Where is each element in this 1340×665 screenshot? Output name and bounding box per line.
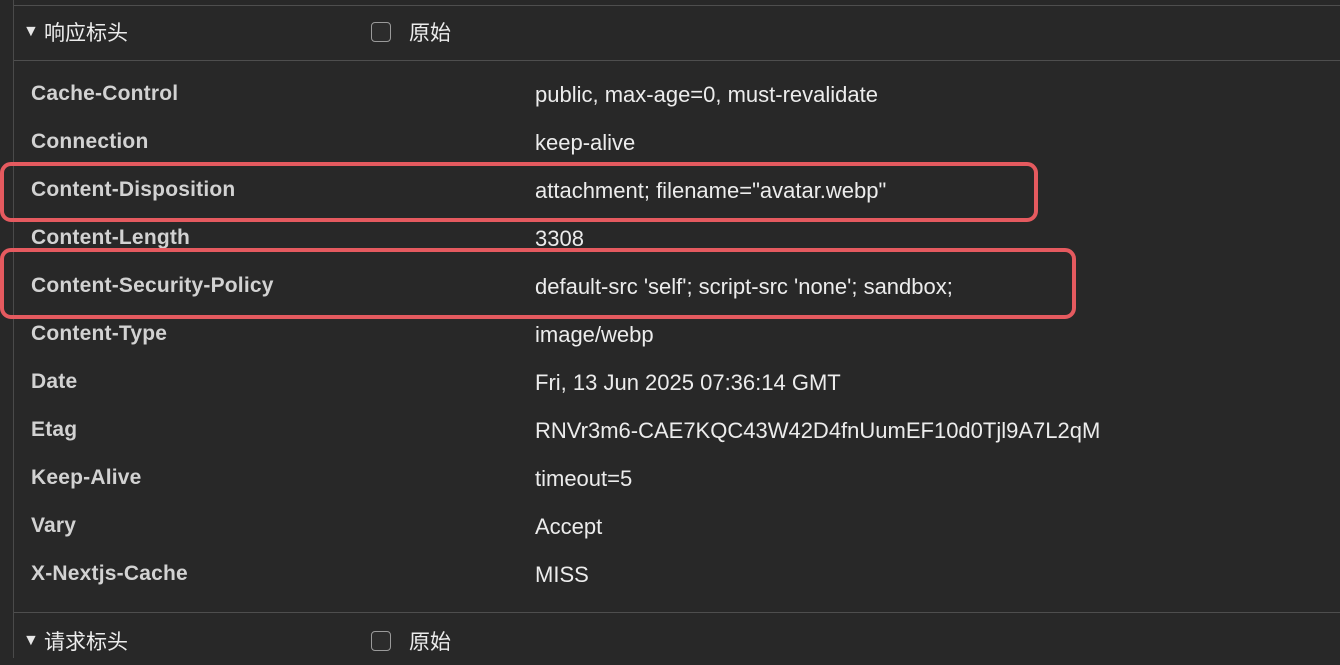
header-name: Content-Type	[31, 322, 168, 345]
header-row[interactable]: Date Fri, 13 Jun 2025 07:36:14 GMT	[14, 358, 1340, 406]
header-name: Connection	[31, 130, 149, 153]
header-row[interactable]: Etag RNVr3m6-CAE7KQC43W42D4fnUumEF10d0Tj…	[14, 406, 1340, 454]
disclosure-triangle-icon[interactable]: ▼	[23, 24, 39, 40]
header-row[interactable]: Vary Accept	[14, 502, 1340, 550]
header-name: Content-Length	[31, 226, 191, 249]
header-name: Keep-Alive	[31, 466, 142, 489]
divider	[14, 612, 1340, 613]
header-value: image/webp	[535, 322, 654, 347]
divider	[14, 60, 1340, 61]
header-row[interactable]: Keep-Alive timeout=5	[14, 454, 1340, 502]
header-value: keep-alive	[535, 130, 636, 155]
header-row[interactable]: Content-Type image/webp	[14, 310, 1340, 358]
header-row[interactable]: Cache-Control public, max-age=0, must-re…	[14, 70, 1340, 118]
header-value: Accept	[535, 514, 603, 539]
header-name: Date	[31, 370, 78, 393]
header-name: X-Nextjs-Cache	[31, 562, 188, 585]
header-value: public, max-age=0, must-revalidate	[535, 82, 878, 107]
header-row[interactable]: Connection keep-alive	[14, 118, 1340, 166]
header-value: default-src 'self'; script-src 'none'; s…	[535, 274, 953, 299]
header-name: Content-Disposition	[31, 178, 236, 201]
header-row[interactable]: X-Nextjs-Cache MISS	[14, 550, 1340, 598]
header-value: Fri, 13 Jun 2025 07:36:14 GMT	[535, 370, 841, 395]
divider	[14, 5, 1340, 6]
section-title: 响应标头	[44, 21, 128, 45]
header-name: Vary	[31, 514, 77, 537]
header-name: Content-Security-Policy	[31, 274, 274, 297]
section-title: 请求标头	[44, 630, 128, 654]
raw-label[interactable]: 原始	[409, 17, 451, 47]
header-value: attachment; filename="avatar.webp"	[535, 178, 887, 203]
header-name: Cache-Control	[31, 82, 179, 105]
response-headers-section-header[interactable]: ▼ 响应标头 原始	[14, 8, 1340, 56]
header-value: MISS	[535, 562, 589, 587]
header-row[interactable]: Content-Security-Policy default-src 'sel…	[14, 262, 1340, 310]
disclosure-triangle-icon[interactable]: ▼	[23, 633, 39, 649]
header-value: RNVr3m6-CAE7KQC43W42D4fnUumEF10d0Tjl9A7L…	[535, 418, 1101, 443]
header-name: Etag	[31, 418, 78, 441]
raw-checkbox[interactable]	[371, 631, 391, 651]
header-value: timeout=5	[535, 466, 633, 491]
raw-label[interactable]: 原始	[409, 626, 451, 656]
header-value: 3308	[535, 226, 584, 251]
header-row[interactable]: Content-Length 3308	[14, 214, 1340, 262]
header-row[interactable]: Content-Disposition attachment; filename…	[14, 166, 1340, 214]
raw-checkbox[interactable]	[371, 22, 391, 42]
